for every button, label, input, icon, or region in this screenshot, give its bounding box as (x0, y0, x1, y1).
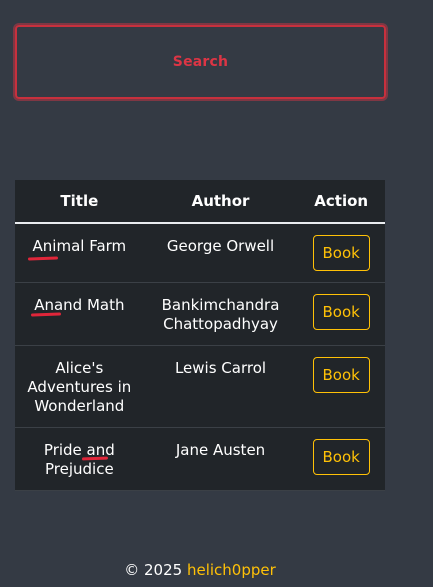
column-header-action: Action (297, 180, 385, 224)
book-author: Jane Austen (143, 427, 298, 491)
book-button[interactable]: Book (312, 235, 370, 271)
book-button[interactable]: Book (312, 357, 370, 393)
annotation-underline-mark (30, 312, 62, 317)
book-author: Lewis Carrol (143, 345, 298, 428)
book-action-cell: Book (297, 345, 385, 428)
footer: © 2025 helich0pper (0, 561, 400, 579)
table-row: Alice's Adventures in Wonderland Lewis C… (15, 345, 385, 428)
column-header-title: Title (15, 180, 144, 224)
book-title: Animal Farm (32, 237, 127, 255)
book-title: Anand Math (34, 296, 125, 314)
search-input[interactable]: Search (15, 25, 386, 99)
table-row: Anand Math Bankimchandra Chattopadhyay B… (15, 282, 385, 346)
author-link[interactable]: helich0pper (187, 561, 276, 579)
books-table: Title Author Action Animal Farm George O… (15, 180, 385, 491)
book-action-cell: Book (297, 282, 385, 346)
book-title-cell: Anand Math (15, 282, 144, 346)
book-author: Bankimchandra Chattopadhyay (143, 282, 298, 346)
table-header-row: Title Author Action (15, 180, 385, 224)
book-button[interactable]: Book (312, 439, 370, 475)
book-title-cell: Alice's Adventures in Wonderland (15, 345, 144, 428)
column-header-author: Author (143, 180, 298, 224)
table-row: Animal Farm George Orwell Book (15, 223, 385, 283)
book-action-cell: Book (297, 427, 385, 491)
annotation-underline-mark (27, 256, 59, 261)
table-row: Pride and Prejudice Jane Austen Book (15, 427, 385, 491)
book-title-cell: Animal Farm (15, 223, 144, 283)
copyright-text: © 2025 (124, 561, 183, 579)
book-action-cell: Book (297, 223, 385, 283)
book-title-cell: Pride and Prejudice (15, 427, 144, 491)
book-author: George Orwell (143, 223, 298, 283)
book-button[interactable]: Book (312, 294, 370, 330)
book-title: Alice's Adventures in Wonderland (27, 359, 132, 415)
search-placeholder: Search (172, 54, 229, 70)
